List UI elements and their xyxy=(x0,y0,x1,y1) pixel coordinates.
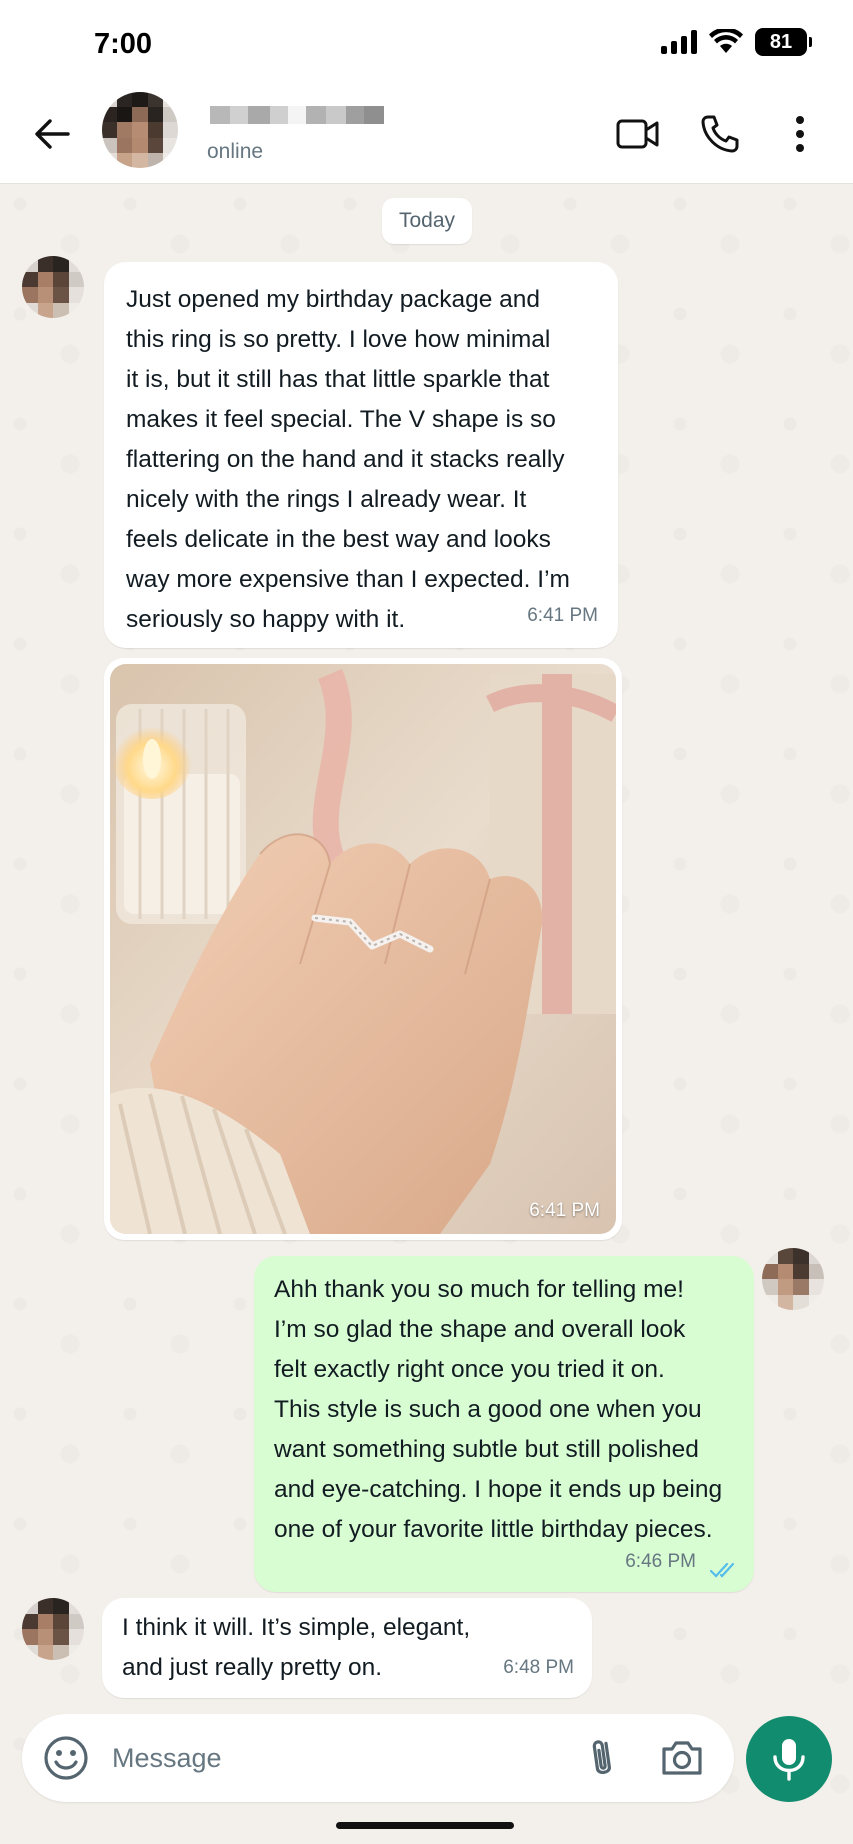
contact-avatar-small xyxy=(22,1598,84,1660)
video-call-icon xyxy=(616,119,659,149)
user-avatar-small xyxy=(762,1248,824,1310)
voice-call-button[interactable] xyxy=(694,108,746,160)
message-input[interactable] xyxy=(112,1734,492,1782)
more-options-button[interactable] xyxy=(774,108,826,160)
arrow-left-icon xyxy=(35,119,70,149)
message-line: Just opened my birthday package and xyxy=(126,286,541,313)
message-bubble-incoming[interactable]: I think it will. It’s simple, elegant, a… xyxy=(102,1598,592,1698)
contact-status: online xyxy=(207,140,264,163)
camera-icon xyxy=(662,1741,702,1775)
ring-photo[interactable]: 6:41 PM xyxy=(110,664,616,1234)
date-divider: Today xyxy=(382,198,472,244)
message-line: This style is such a good one when you xyxy=(274,1396,702,1423)
contact-name-redacted[interactable] xyxy=(210,106,384,124)
microphone-icon xyxy=(773,1739,805,1781)
message-time: 6:41 PM xyxy=(527,605,598,626)
message-line: it is, but it still has that little spar… xyxy=(126,366,550,393)
message-line: makes it feel special. The V shape is so xyxy=(126,406,556,433)
contact-avatar-small xyxy=(22,256,84,318)
wifi-icon xyxy=(709,29,743,53)
message-line: seriously so happy with it. xyxy=(126,606,406,633)
message-text: Ahh thank you so much for telling me! I’… xyxy=(274,1270,722,1550)
back-button[interactable] xyxy=(28,110,76,158)
message-image-bubble[interactable]: 6:41 PM xyxy=(104,658,622,1240)
message-line: and eye-catching. I hope it ends up bein… xyxy=(274,1476,723,1503)
message-line: and just really pretty on. xyxy=(122,1654,383,1681)
ring-photo-image xyxy=(110,664,616,1234)
home-indicator xyxy=(336,1822,514,1829)
message-time: 6:48 PM xyxy=(503,1657,574,1678)
more-vertical-icon xyxy=(796,116,804,152)
signal-icon xyxy=(661,30,697,54)
attach-button[interactable] xyxy=(578,1734,626,1782)
message-line: felt exactly right once you tried it on. xyxy=(274,1356,665,1383)
chat-header: online xyxy=(0,84,853,184)
message-line: I think it will. It’s simple, elegant, xyxy=(122,1614,471,1641)
emoji-icon xyxy=(44,1736,88,1780)
message-bubble-outgoing[interactable]: Ahh thank you so much for telling me! I’… xyxy=(254,1256,754,1592)
message-line: feels delicate in the best way and looks xyxy=(126,526,551,553)
message-line: this ring is so pretty. I love how minim… xyxy=(126,326,551,353)
paperclip-icon xyxy=(592,1740,611,1774)
video-call-button[interactable] xyxy=(612,108,664,160)
double-check-icon xyxy=(710,1562,735,1578)
battery-icon: 81 xyxy=(755,28,812,56)
message-line: way more expensive than I expected. I’m xyxy=(126,566,570,593)
message-line: nicely with the rings I already wear. It xyxy=(126,486,527,513)
message-composer xyxy=(22,1714,734,1802)
status-icons: 81 xyxy=(661,28,812,56)
image-time: 6:41 PM xyxy=(529,1200,600,1221)
message-text: I think it will. It’s simple, elegant, a… xyxy=(122,1608,470,1688)
message-text: Just opened my birthday package and this… xyxy=(126,280,570,640)
status-bar: 7:00 81 xyxy=(0,0,853,84)
voice-message-button[interactable] xyxy=(746,1716,832,1802)
contact-avatar[interactable] xyxy=(102,92,178,168)
camera-button[interactable] xyxy=(658,1734,706,1782)
message-line: flattering on the hand and it stacks rea… xyxy=(126,446,565,473)
message-line: Ahh thank you so much for telling me! xyxy=(274,1276,684,1303)
status-time: 7:00 xyxy=(94,28,153,60)
emoji-button[interactable] xyxy=(42,1734,90,1782)
message-time: 6:46 PM xyxy=(625,1551,696,1572)
phone-icon xyxy=(701,115,739,153)
message-line: I’m so glad the shape and overall look xyxy=(274,1316,686,1343)
message-bubble-incoming[interactable]: Just opened my birthday package and this… xyxy=(104,262,618,648)
message-line: want something subtle but still polished xyxy=(274,1436,699,1463)
